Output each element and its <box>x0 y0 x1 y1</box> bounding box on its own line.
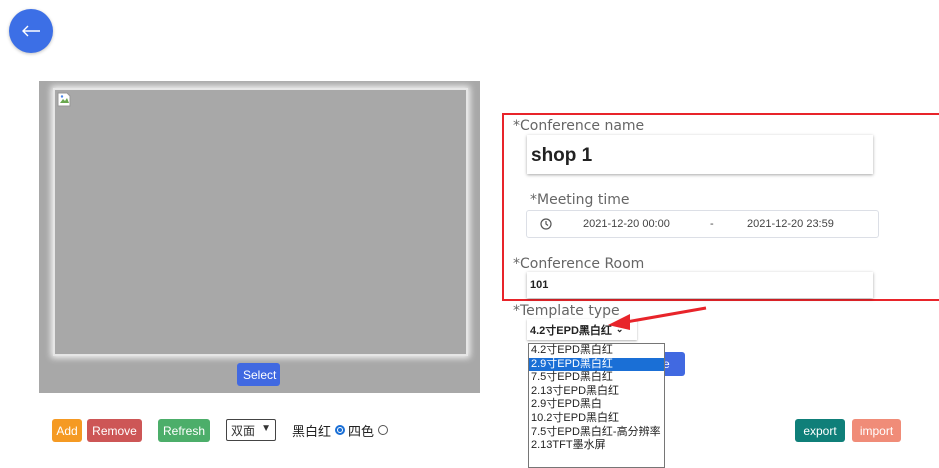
meeting-time-range[interactable]: 2021-12-20 00:00 - 2021-12-20 23:59 <box>526 210 879 238</box>
conference-name-input[interactable]: shop 1 <box>527 135 873 174</box>
color-option-1-label: 黑白红 <box>292 424 332 440</box>
meeting-end-time[interactable]: 2021-12-20 23:59 <box>747 218 834 230</box>
template-option[interactable]: 4.2寸EPD黑白红 <box>529 344 664 358</box>
preview-canvas <box>53 88 468 356</box>
template-option[interactable]: 7.5寸EPD黑白红 <box>529 371 664 385</box>
template-option[interactable]: 2.13TFT墨水屏 <box>529 439 664 453</box>
back-button[interactable] <box>9 9 53 53</box>
conference-name-label: *Conference name <box>513 118 645 134</box>
conference-room-input[interactable]: 101 <box>527 272 873 298</box>
side-select-value: 双面 <box>231 423 256 438</box>
conference-room-label: *Conference Room <box>513 256 645 272</box>
color-option-1-radio[interactable] <box>335 425 346 435</box>
refresh-button[interactable]: Refresh <box>158 419 210 442</box>
template-option[interactable]: 2.9寸EPD黑白 <box>529 398 664 412</box>
arrow-left-icon <box>22 25 40 37</box>
template-option[interactable]: 10.2寸EPD黑白红 <box>529 412 664 426</box>
template-preview: Select <box>39 81 480 393</box>
template-option[interactable]: 2.13寸EPD黑白红 <box>529 385 664 399</box>
template-type-dropdown[interactable]: 4.2寸EPD黑白红 2.9寸EPD黑白红 7.5寸EPD黑白红 2.13寸EPD黑白… <box>528 343 665 468</box>
select-button[interactable]: Select <box>237 363 280 386</box>
meeting-start-time[interactable]: 2021-12-20 00:00 <box>583 218 670 230</box>
export-button[interactable]: export <box>795 419 845 442</box>
side-select[interactable]: 双面 ▼ <box>226 419 276 441</box>
annotation-arrow <box>608 306 707 330</box>
chevron-down-icon: ▼ <box>261 423 271 434</box>
meeting-time-separator: - <box>710 218 714 230</box>
color-option-2-label: 四色 <box>348 424 375 440</box>
import-button[interactable]: import <box>852 419 901 442</box>
add-button[interactable]: Add <box>52 419 82 442</box>
remove-button[interactable]: Remove <box>87 419 142 442</box>
broken-image-icon <box>57 92 71 107</box>
color-option-2-radio[interactable] <box>378 425 389 435</box>
template-option[interactable]: 7.5寸EPD黑白红-高分辨率 <box>529 426 664 440</box>
meeting-time-label: *Meeting time <box>530 192 630 208</box>
template-option[interactable]: 2.9寸EPD黑白红 <box>529 357 664 372</box>
clock-icon <box>540 218 552 230</box>
color-mode-radio-group: 黑白红 四色 <box>292 421 391 440</box>
